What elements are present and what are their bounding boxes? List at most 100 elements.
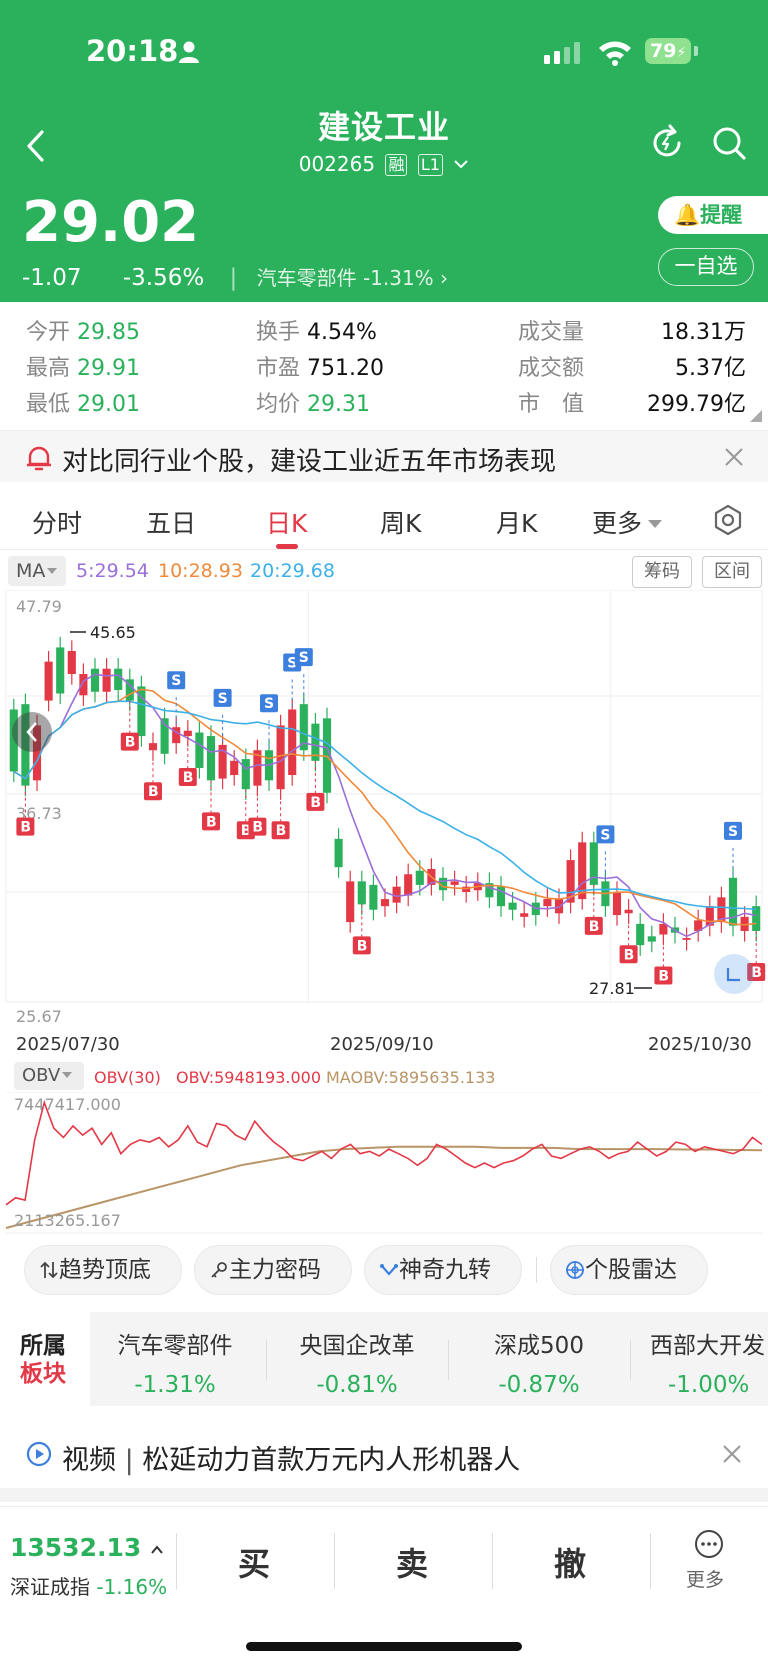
- bar-divider: [492, 1533, 493, 1589]
- buy-button[interactable]: 买: [204, 1539, 304, 1585]
- ma5-value: 5:29.54: [76, 560, 149, 582]
- ma20-line: [13, 700, 757, 911]
- settings-icon[interactable]: [712, 504, 744, 536]
- candle-body: [102, 668, 111, 692]
- sector-label: 所属 板块: [20, 1333, 66, 1387]
- search-icon[interactable]: [710, 124, 748, 162]
- candles: [9, 636, 761, 956]
- tab-monthly-k[interactable]: 月K: [496, 504, 537, 540]
- sector-item[interactable]: 央国企改革 -0.81%: [272, 1326, 442, 1398]
- sector-item[interactable]: 西部大开发 -1.00%: [636, 1326, 768, 1398]
- divider: |: [229, 265, 238, 291]
- ma-selector[interactable]: MA: [8, 556, 66, 586]
- caret-down-icon: [62, 1072, 73, 1078]
- expand-corner[interactable]: [750, 410, 762, 422]
- trend-top-bottom-button[interactable]: 趋势顶底: [24, 1245, 182, 1295]
- low-label: 27.81: [589, 979, 635, 998]
- stat-volume: 成交量 18.31万: [518, 320, 746, 345]
- obv-line: [5, 1099, 763, 1206]
- magic-nine-button[interactable]: 神奇九转: [364, 1245, 522, 1295]
- x-label-mid: 2025/09/10: [330, 1034, 434, 1055]
- chart-tabs: 分时 五日 日K 周K 月K 更多: [0, 492, 768, 550]
- sector-item[interactable]: 深成500 -0.87%: [454, 1326, 624, 1398]
- close-icon[interactable]: [722, 445, 746, 469]
- obv-y-bottom: 2113265.167: [14, 1211, 121, 1230]
- candle-body: [682, 938, 691, 940]
- signal-letter: B: [206, 814, 217, 830]
- candle-body: [659, 923, 668, 935]
- range-button[interactable]: 区间: [702, 556, 762, 588]
- candlestick-chart[interactable]: 47.79 36.73 25.67 45.65 27.81 BBBBBB B BBB…: [0, 590, 768, 1030]
- y-label-top: 47.79: [16, 597, 62, 616]
- sector-divider: [630, 1340, 631, 1380]
- video-news[interactable]: 视频 | 松延动力首款万元内人形机器人: [0, 1424, 768, 1484]
- close-icon[interactable]: [720, 1442, 744, 1466]
- sector-item[interactable]: 汽车零部件 -1.31%: [90, 1326, 260, 1398]
- ma10-value: 10:28.93: [158, 560, 243, 582]
- candle-body: [415, 870, 424, 885]
- chevron-down-icon: [454, 160, 468, 169]
- signal-letter: S: [728, 824, 738, 840]
- index-value[interactable]: 13532.13: [10, 1533, 164, 1562]
- compare-banner[interactable]: 对比同行业个股，建设工业近五年市场表现: [0, 430, 768, 482]
- y-label-bottom: 25.67: [16, 1007, 62, 1026]
- obv-selector[interactable]: OBV: [14, 1062, 84, 1090]
- chart-zoom-button[interactable]: [714, 954, 754, 994]
- signal-letter: S: [218, 691, 228, 707]
- cancel-order-button[interactable]: 撤: [520, 1539, 620, 1585]
- ma-indicator-row: MA 5:29.54 10:28.93 20:29.68 筹码 区间: [8, 556, 762, 588]
- candle-body: [543, 899, 552, 907]
- candle-body: [241, 759, 250, 790]
- tab-intraday[interactable]: 分时: [32, 504, 82, 540]
- tab-underline: [276, 544, 298, 549]
- obv-indicator-row: OBV OBV(30) OBV:5948193.000 MAOBV:589563…: [12, 1062, 752, 1092]
- stat-low: 最低 29.01: [26, 392, 140, 417]
- signal-letter: B: [252, 820, 263, 836]
- x-label-start: 2025/07/30: [16, 1034, 120, 1055]
- bar-divider: [334, 1533, 335, 1589]
- candle-body: [230, 760, 239, 776]
- index-name: 深证成指 -1.16%: [10, 1575, 168, 1599]
- battery-tip: [694, 46, 698, 56]
- banner-text: 对比同行业个股，建设工业近五年市场表现: [62, 447, 557, 477]
- signal-letter: B: [624, 947, 635, 963]
- obv-param: OBV(30): [94, 1068, 161, 1087]
- stat-open: 今开 29.85: [26, 320, 140, 345]
- more-icon[interactable]: [694, 1529, 724, 1559]
- signal-letter: B: [357, 938, 368, 954]
- maobv-value: MAOBV:5895635.133: [326, 1068, 496, 1087]
- stock-code: 002265: [298, 152, 376, 176]
- sector-divider: [448, 1340, 449, 1380]
- stat-avg: 均价 29.31: [256, 392, 370, 417]
- tab-daily-k[interactable]: 日K: [266, 504, 307, 540]
- quote-stats: 今开 29.85 最高 29.91 最低 29.01 换手 4.54% 市盈 7…: [0, 302, 768, 428]
- candle-body: [56, 647, 65, 694]
- stat-high: 最高 29.91: [26, 356, 140, 381]
- stat-market-cap: 市 值 299.79亿: [518, 392, 746, 417]
- chips-button[interactable]: 筹码: [632, 556, 692, 588]
- price-change: -1.07: [22, 265, 82, 291]
- tab-more[interactable]: 更多: [592, 504, 663, 540]
- stock-radar-button[interactable]: 个股雷达: [550, 1245, 708, 1295]
- remind-button[interactable]: 🔔提醒: [658, 196, 768, 234]
- signal-letter: B: [125, 735, 136, 751]
- tab-weekly-k[interactable]: 周K: [380, 504, 421, 540]
- x-label-end: 2025/10/30: [648, 1034, 752, 1055]
- chart-prev-button[interactable]: [12, 712, 52, 752]
- main-force-code-button[interactable]: 主力密码: [194, 1245, 352, 1295]
- signal-icon: [544, 42, 580, 64]
- margin-badge: 融: [385, 154, 408, 176]
- refresh-icon[interactable]: [648, 124, 686, 162]
- candle-body: [276, 725, 285, 790]
- sell-button[interactable]: 卖: [362, 1539, 462, 1585]
- bell-icon: [27, 446, 51, 471]
- signal-letter: B: [658, 969, 669, 985]
- favorite-button[interactable]: 一自选: [658, 248, 754, 286]
- signal-letter: B: [276, 823, 287, 839]
- industry-link[interactable]: 汽车零部件 -1.31% ›: [257, 266, 448, 290]
- tab-five-day[interactable]: 五日: [146, 504, 196, 540]
- current-price: 29.02: [22, 190, 200, 255]
- candle-body: [44, 661, 53, 701]
- obv-chart[interactable]: 7447417.000 2113265.167: [0, 1092, 768, 1234]
- candle-body: [346, 881, 355, 923]
